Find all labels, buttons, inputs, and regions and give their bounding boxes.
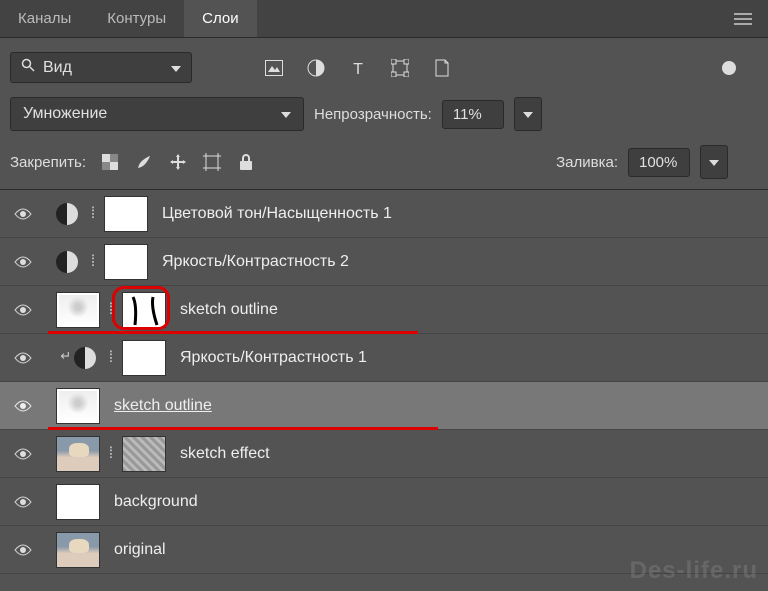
mask-link-icon[interactable]: ⁞ xyxy=(104,301,118,319)
watermark: Des-life.ru xyxy=(630,557,758,585)
fill-input[interactable]: 100% xyxy=(628,148,690,177)
opacity-chevron[interactable] xyxy=(514,97,542,131)
mask-thumbnail[interactable] xyxy=(104,244,148,280)
filter-shape-icon[interactable] xyxy=(390,58,410,78)
visibility-toggle[interactable] xyxy=(8,303,38,317)
panel-tabs: Каналы Контуры Слои xyxy=(0,0,768,38)
filter-toggle[interactable] xyxy=(718,57,740,79)
layer-row[interactable]: ⁞ sketch outline xyxy=(0,286,768,334)
mask-link-icon[interactable]: ⁞ xyxy=(104,349,118,367)
tab-layers[interactable]: Слои xyxy=(184,0,256,37)
layer-name[interactable]: sketch effect xyxy=(180,445,270,463)
layer-thumbnail[interactable] xyxy=(56,532,100,568)
lock-transparency-icon[interactable] xyxy=(100,152,120,172)
visibility-toggle[interactable] xyxy=(8,399,38,413)
layer-name[interactable]: sketch outline xyxy=(114,397,212,415)
lock-all-icon[interactable] xyxy=(236,152,256,172)
visibility-toggle[interactable] xyxy=(8,351,38,365)
layer-name[interactable]: background xyxy=(114,493,198,511)
layer-row[interactable]: ⁞ Цветовой тон/Насыщенность 1 xyxy=(0,190,768,238)
mask-link-icon[interactable]: ⁞ xyxy=(86,253,100,271)
chevron-down-icon xyxy=(281,105,291,123)
mask-thumbnail[interactable] xyxy=(122,292,166,328)
adjustment-icon xyxy=(74,347,96,369)
layer-name[interactable]: Яркость/Контрастность 1 xyxy=(180,349,367,367)
adjustment-icon xyxy=(56,251,78,273)
blend-opacity-bar: Умножение Непрозрачность: 11% xyxy=(0,91,768,141)
visibility-toggle[interactable] xyxy=(8,255,38,269)
layer-name[interactable]: sketch outline xyxy=(180,301,278,319)
adjustment-icon xyxy=(56,203,78,225)
svg-text:T: T xyxy=(353,61,363,76)
filter-smart-icon[interactable] xyxy=(432,58,452,78)
layer-thumbnail[interactable] xyxy=(56,436,100,472)
panel-menu-icon[interactable] xyxy=(718,0,768,37)
layer-thumbnail[interactable] xyxy=(56,388,100,424)
layer-row[interactable]: ↴ ⁞ Яркость/Контрастность 1 xyxy=(0,334,768,382)
layer-row[interactable]: ⁞ sketch effect xyxy=(0,430,768,478)
layers-list: ⁞ Цветовой тон/Насыщенность 1 ⁞ Яркость/… xyxy=(0,190,768,574)
visibility-toggle[interactable] xyxy=(8,207,38,221)
filter-adjust-icon[interactable] xyxy=(306,58,326,78)
tab-channels[interactable]: Каналы xyxy=(0,0,89,37)
mask-link-icon[interactable]: ⁞ xyxy=(86,205,100,223)
chevron-down-icon xyxy=(171,59,181,77)
visibility-toggle[interactable] xyxy=(8,543,38,557)
filter-kind-dropdown[interactable]: Вид xyxy=(10,52,192,83)
filter-type-icon[interactable]: T xyxy=(348,58,368,78)
lock-brush-icon[interactable] xyxy=(134,152,154,172)
visibility-toggle[interactable] xyxy=(8,495,38,509)
filter-pixel-icon[interactable] xyxy=(264,58,284,78)
layer-filter-bar: Вид T xyxy=(0,38,768,91)
layer-name[interactable]: Яркость/Контрастность 2 xyxy=(162,253,349,271)
opacity-input[interactable]: 11% xyxy=(442,100,504,129)
mask-thumbnail[interactable] xyxy=(122,436,166,472)
layer-row[interactable]: sketch outline xyxy=(0,382,768,430)
layer-thumbnail[interactable] xyxy=(56,292,100,328)
lock-label: Закрепить: xyxy=(10,154,86,171)
layer-name[interactable]: original xyxy=(114,541,166,559)
layer-row[interactable]: ⁞ Яркость/Контрастность 2 xyxy=(0,238,768,286)
lock-move-icon[interactable] xyxy=(168,152,188,172)
fill-label: Заливка: xyxy=(556,154,618,171)
lock-fill-bar: Закрепить: Заливка: 100% xyxy=(0,141,768,190)
blend-mode-value: Умножение xyxy=(23,105,107,123)
layer-row[interactable]: background xyxy=(0,478,768,526)
visibility-toggle[interactable] xyxy=(8,447,38,461)
layer-thumbnail[interactable] xyxy=(56,484,100,520)
mask-thumbnail[interactable] xyxy=(104,196,148,232)
opacity-label: Непрозрачность: xyxy=(314,106,432,123)
layer-name[interactable]: Цветовой тон/Насыщенность 1 xyxy=(162,205,392,223)
mask-link-icon[interactable]: ⁞ xyxy=(104,445,118,463)
lock-artboard-icon[interactable] xyxy=(202,152,222,172)
fill-chevron[interactable] xyxy=(700,145,728,179)
blend-mode-dropdown[interactable]: Умножение xyxy=(10,97,304,131)
search-icon xyxy=(21,58,35,77)
clip-arrow-icon: ↴ xyxy=(57,349,73,367)
filter-kind-label: Вид xyxy=(43,59,72,77)
tab-paths[interactable]: Контуры xyxy=(89,0,184,37)
mask-thumbnail[interactable] xyxy=(122,340,166,376)
